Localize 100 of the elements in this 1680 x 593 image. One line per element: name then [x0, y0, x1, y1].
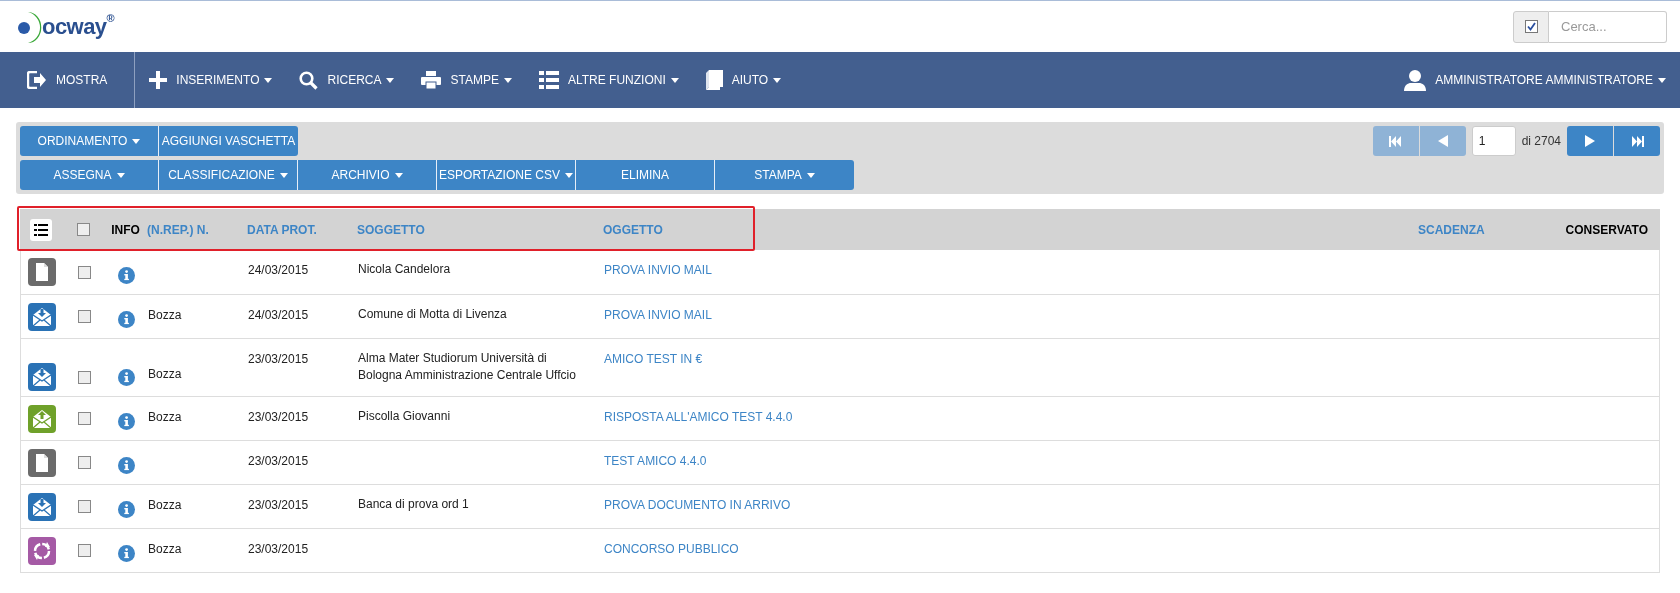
table-cell: 24/03/2015 — [248, 263, 309, 277]
info-icon[interactable] — [118, 266, 135, 284]
table-cell: Bozza — [148, 410, 182, 424]
info-icon[interactable] — [118, 501, 135, 518]
pager-button[interactable] — [1614, 126, 1660, 156]
toolbar-button[interactable]: STAMPA — [715, 160, 854, 190]
toolbar-button[interactable]: ELIMINA — [576, 160, 715, 190]
caret-icon — [773, 77, 782, 83]
caret-icon — [394, 172, 403, 178]
table-cell: 23/03/2015 — [248, 498, 309, 512]
page-total: di 2704 — [1521, 133, 1561, 150]
previous-icon — [1437, 135, 1448, 147]
checkbox[interactable] — [77, 500, 91, 513]
caret-icon — [386, 77, 395, 83]
table-cell: 23/03/2015 — [248, 542, 309, 556]
user-menu[interactable]: AMMINISTRATORE AMMINISTRATORE — [1404, 52, 1680, 108]
document-icon — [28, 258, 56, 286]
link[interactable]: RISPOSTA ALL'AMICO TEST 4.4.0 — [604, 410, 793, 424]
search-field[interactable]: Cerca... — [1549, 10, 1667, 43]
page-field[interactable]: 1 — [1471, 126, 1516, 156]
caret-icon — [503, 77, 512, 83]
caret-icon — [1658, 77, 1666, 83]
caret-icon — [132, 138, 141, 144]
info-icon[interactable] — [118, 413, 135, 430]
envelope-icon — [28, 302, 56, 331]
table-cell: Alma Mater Studiorum Università di Bologna Amministrazione Centrale Uffcio — [358, 351, 576, 382]
column-header[interactable]: OGGETTO — [603, 222, 663, 237]
exit-icon — [27, 71, 47, 89]
last-page-icon — [1630, 135, 1644, 147]
link[interactable]: CONCORSO PUBBLICO — [604, 542, 739, 556]
envelope-icon — [28, 363, 56, 391]
link[interactable]: AMICO TEST IN € — [604, 352, 703, 366]
checkbox[interactable] — [77, 371, 91, 384]
table-cell: 23/03/2015 — [248, 352, 309, 366]
caret-icon — [564, 172, 573, 178]
list-view-button[interactable] — [30, 218, 52, 241]
envelope-icon — [28, 404, 56, 433]
column-header[interactable]: SOGGETTO — [357, 222, 425, 237]
toolbar-button[interactable]: CLASSIFICAZIONE — [159, 160, 298, 190]
toolbar-button[interactable]: ASSEGNA — [20, 160, 159, 190]
table-cell: Comune di Motta di Livenza — [358, 307, 507, 321]
menu-item[interactable]: MOSTRA — [0, 52, 136, 108]
caret-icon — [279, 172, 288, 178]
document-icon — [28, 448, 56, 477]
next-icon — [1585, 135, 1595, 147]
caret-icon — [116, 172, 125, 178]
column-header: INFO — [111, 222, 140, 237]
link[interactable]: PROVA DOCUMENTO IN ARRIVO — [604, 498, 791, 512]
table-cell: Nicola Candelora — [358, 262, 451, 276]
table-cell: Banca di prova ord 1 — [358, 497, 469, 511]
table-cell: Bozza — [148, 308, 182, 322]
column-header[interactable]: DATA PROT. — [247, 222, 317, 237]
info-icon[interactable] — [118, 369, 135, 386]
checkbox[interactable] — [77, 310, 91, 323]
list-icon — [538, 71, 559, 89]
column-header[interactable]: (N.REP.) N. — [147, 222, 209, 237]
table-cell: 24/03/2015 — [248, 308, 309, 322]
table-cell: Piscolla Giovanni — [358, 409, 451, 423]
search-icon — [299, 70, 319, 90]
caret-icon — [806, 172, 815, 178]
user-icon — [1404, 69, 1427, 91]
toolbar-button[interactable]: AGGIUNGI VASCHETTA — [159, 126, 298, 156]
logo: ocway® — [16, 9, 115, 44]
link[interactable]: PROVA INVIO MAIL — [604, 308, 712, 322]
printer-icon — [421, 71, 442, 89]
checkbox[interactable] — [77, 412, 91, 425]
link[interactable]: TEST AMICO 4.4.0 — [604, 454, 707, 468]
plus-icon — [149, 71, 168, 89]
pager-button[interactable] — [1567, 126, 1613, 156]
table-cell: 23/03/2015 — [248, 410, 309, 424]
cycle-icon — [28, 536, 56, 565]
table-cell-text: Bozza — [148, 366, 182, 383]
envelope-icon — [28, 492, 56, 521]
menu-item[interactable]: STAMPE — [407, 52, 525, 108]
first-page-icon — [1389, 135, 1403, 147]
menu-item[interactable]: RICERCA — [285, 52, 408, 108]
caret-icon — [670, 77, 679, 83]
list-icon — [34, 223, 48, 236]
toolbar-button[interactable]: ESPORTAZIONE CSV — [437, 160, 576, 190]
checkbox[interactable] — [77, 456, 91, 469]
checkbox[interactable] — [77, 544, 91, 557]
menu-item[interactable]: AIUTO — [691, 52, 795, 108]
table-cell: Bozza — [148, 498, 182, 512]
table-cell: Bozza — [148, 542, 182, 556]
column-header: CONSERVATO — [1565, 222, 1648, 237]
toolbar-button[interactable]: ARCHIVIO — [298, 160, 437, 190]
column-header[interactable]: SCADENZA — [1418, 222, 1485, 237]
info-icon[interactable] — [118, 311, 135, 328]
checkbox[interactable] — [1524, 20, 1538, 33]
menu-item[interactable]: INSERIMENTO — [135, 52, 286, 108]
checkbox[interactable] — [77, 265, 91, 279]
info-icon[interactable] — [118, 457, 135, 474]
checkbox[interactable] — [76, 223, 90, 236]
book-icon — [705, 70, 723, 90]
caret-icon — [264, 77, 273, 83]
menu-item[interactable]: ALTRE FUNZIONI — [524, 52, 692, 108]
link[interactable]: PROVA INVIO MAIL — [604, 263, 712, 277]
toolbar-button[interactable]: ORDINAMENTO — [20, 126, 159, 156]
info-icon[interactable] — [118, 545, 135, 562]
table-cell: 23/03/2015 — [248, 454, 309, 468]
